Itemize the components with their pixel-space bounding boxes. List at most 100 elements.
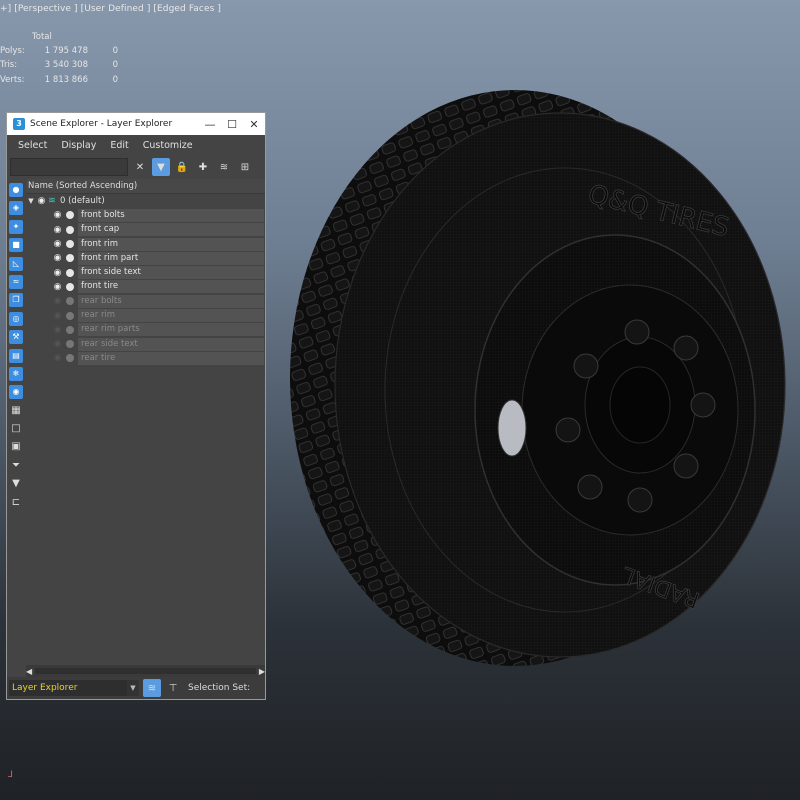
- freeze-toggle-icon[interactable]: [66, 325, 74, 334]
- selection-filter-icon[interactable]: ⏷: [9, 459, 23, 473]
- geometry-filter-icon[interactable]: ●: [9, 183, 23, 197]
- search-input[interactable]: [10, 158, 128, 176]
- explorer-type-dropdown[interactable]: Layer Explorer: [9, 680, 127, 696]
- xrefs-filter-icon[interactable]: ◎: [9, 311, 23, 326]
- horizontal-scrollbar[interactable]: ◀ ▶: [26, 665, 265, 677]
- eye-icon[interactable]: ◉: [52, 325, 63, 335]
- spacewarps-filter-icon[interactable]: ≈: [9, 274, 23, 289]
- eye-icon[interactable]: ◉: [52, 353, 63, 363]
- axis-gizmo-icon: ⅃: [8, 770, 14, 780]
- shapes-filter-icon[interactable]: ◈: [9, 201, 23, 216]
- expand-arrow-icon[interactable]: ▼: [26, 197, 36, 205]
- layer-name: rear tire: [78, 351, 264, 365]
- display-all-icon[interactable]: ▦: [9, 404, 23, 418]
- eye-icon[interactable]: ◉: [52, 268, 63, 278]
- display-none-icon[interactable]: □: [9, 422, 23, 436]
- eye-icon[interactable]: ◉: [52, 282, 63, 292]
- freeze-toggle-icon[interactable]: [66, 225, 74, 234]
- hidden-filter-icon[interactable]: ◉: [9, 385, 23, 400]
- eye-icon[interactable]: ◉: [52, 296, 63, 306]
- layer-explorer-icon[interactable]: ≋: [143, 679, 161, 697]
- containers-filter-icon[interactable]: ▤: [9, 348, 23, 363]
- selection-set-label[interactable]: Selection Set:: [188, 683, 250, 693]
- filter-icon[interactable]: ▼: [9, 477, 23, 491]
- layer-name: rear rim parts: [78, 323, 264, 337]
- hierarchy-icon[interactable]: ⊞: [236, 158, 254, 176]
- freeze-toggle-icon[interactable]: [66, 340, 74, 349]
- layer-row[interactable]: ◉ front cap: [26, 223, 265, 237]
- column-header[interactable]: Name (Sorted Ascending): [26, 179, 265, 194]
- eye-icon[interactable]: ◉: [52, 225, 63, 235]
- freeze-toggle-icon[interactable]: [66, 297, 74, 306]
- frozen-filter-icon[interactable]: ❄: [9, 366, 23, 381]
- layer-name: front tire: [78, 280, 264, 294]
- chevron-down-icon[interactable]: ▼: [127, 680, 139, 696]
- layer-row[interactable]: ◉ front rim: [26, 237, 265, 251]
- window-titlebar[interactable]: 3 Scene Explorer - Layer Explorer — ☐ ✕: [7, 113, 265, 135]
- close-button[interactable]: ✕: [243, 118, 265, 131]
- freeze-toggle-icon[interactable]: [66, 240, 74, 249]
- explorer-toolbar: ✕ ▼ 🔒 ✚ ≋ ⊞: [7, 155, 265, 179]
- bones-filter-icon[interactable]: ⚒: [9, 330, 23, 345]
- minimize-button[interactable]: —: [199, 118, 221, 131]
- layer-row[interactable]: ◉ rear side text: [26, 337, 265, 351]
- helpers-filter-icon[interactable]: ◺: [9, 256, 23, 271]
- filter-toggle-icon[interactable]: ▼: [152, 158, 170, 176]
- scroll-left-icon[interactable]: ◀: [26, 667, 32, 676]
- menu-display[interactable]: Display: [61, 140, 96, 151]
- lock-icon[interactable]: 🔒: [173, 158, 191, 176]
- freeze-toggle-icon[interactable]: [66, 254, 74, 263]
- layer-row[interactable]: ◉ front rim part: [26, 251, 265, 265]
- groups-filter-icon[interactable]: ❐: [9, 293, 23, 308]
- invert-display-icon[interactable]: ▣: [9, 440, 23, 454]
- layer-rows: ◉ front bolts ◉ front cap ◉ front rim ◉ front r…: [26, 208, 265, 365]
- eye-icon[interactable]: ◉: [36, 196, 47, 206]
- menu-customize[interactable]: Customize: [143, 140, 193, 151]
- cameras-filter-icon[interactable]: ■: [9, 238, 23, 253]
- eye-icon[interactable]: ◉: [52, 239, 63, 249]
- layer-name: 0 (default): [60, 196, 105, 207]
- layer-name: front side text: [78, 266, 264, 280]
- freeze-toggle-icon[interactable]: [66, 268, 74, 277]
- scroll-right-icon[interactable]: ▶: [259, 667, 265, 676]
- scroll-track[interactable]: [35, 668, 256, 674]
- hierarchy-view-icon[interactable]: ⊤: [164, 679, 182, 697]
- explorer-bottom-bar: Layer Explorer ▼ ≋ ⊤ Selection Set:: [7, 677, 265, 699]
- filter-sidebar: ● ◈ ✦ ■ ◺ ≈ ❐ ◎ ⚒ ▤ ❄ ◉ ▦ □ ▣ ⏷ ▼ ⊏: [7, 179, 25, 514]
- freeze-toggle-icon[interactable]: [66, 211, 74, 220]
- app-icon: 3: [13, 118, 25, 130]
- scene-explorer-window[interactable]: 3 Scene Explorer - Layer Explorer — ☐ ✕ …: [6, 112, 266, 700]
- menu-select[interactable]: Select: [18, 140, 47, 151]
- eye-icon[interactable]: ◉: [52, 311, 63, 321]
- eye-icon[interactable]: ◉: [52, 339, 63, 349]
- clear-search-icon[interactable]: ✕: [131, 158, 149, 176]
- layer-row[interactable]: ◉ rear tire: [26, 351, 265, 365]
- freeze-toggle-icon[interactable]: [66, 311, 74, 320]
- layer-row[interactable]: ◉ front side text: [26, 265, 265, 280]
- window-title: Scene Explorer - Layer Explorer: [30, 119, 173, 129]
- freeze-toggle-icon[interactable]: [66, 282, 74, 291]
- eye-icon[interactable]: ◉: [52, 210, 63, 220]
- layer-row-default[interactable]: ▼ ◉ ≋ 0 (default): [26, 194, 265, 208]
- maximize-button[interactable]: ☐: [221, 118, 243, 131]
- layer-name: front cap: [78, 223, 264, 237]
- add-to-layer-icon[interactable]: ≋: [215, 158, 233, 176]
- layer-row[interactable]: ◉ rear bolts: [26, 294, 265, 308]
- layer-row[interactable]: ◉ rear rim: [26, 308, 265, 323]
- layer-list[interactable]: Name (Sorted Ascending) ▼ ◉ ≋ 0 (default…: [26, 179, 265, 665]
- layer-name: rear bolts: [78, 294, 264, 308]
- layer-name: front bolts: [78, 208, 264, 222]
- eye-icon[interactable]: ◉: [52, 253, 63, 263]
- freeze-toggle-icon[interactable]: [66, 354, 74, 363]
- layer-stack-icon: ≋: [48, 196, 56, 207]
- folder-icon[interactable]: ⊏: [9, 496, 23, 510]
- layer-row[interactable]: ◉ rear rim parts: [26, 323, 265, 337]
- layer-row[interactable]: ◉ front bolts: [26, 208, 265, 222]
- layer-name: front rim part: [78, 251, 264, 265]
- layer-row[interactable]: ◉ front tire: [26, 280, 265, 294]
- layer-name: rear side text: [78, 337, 264, 351]
- lights-filter-icon[interactable]: ✦: [9, 219, 23, 234]
- menu-edit[interactable]: Edit: [110, 140, 128, 151]
- menu-bar: Select Display Edit Customize: [7, 135, 265, 155]
- create-layer-icon[interactable]: ✚: [194, 158, 212, 176]
